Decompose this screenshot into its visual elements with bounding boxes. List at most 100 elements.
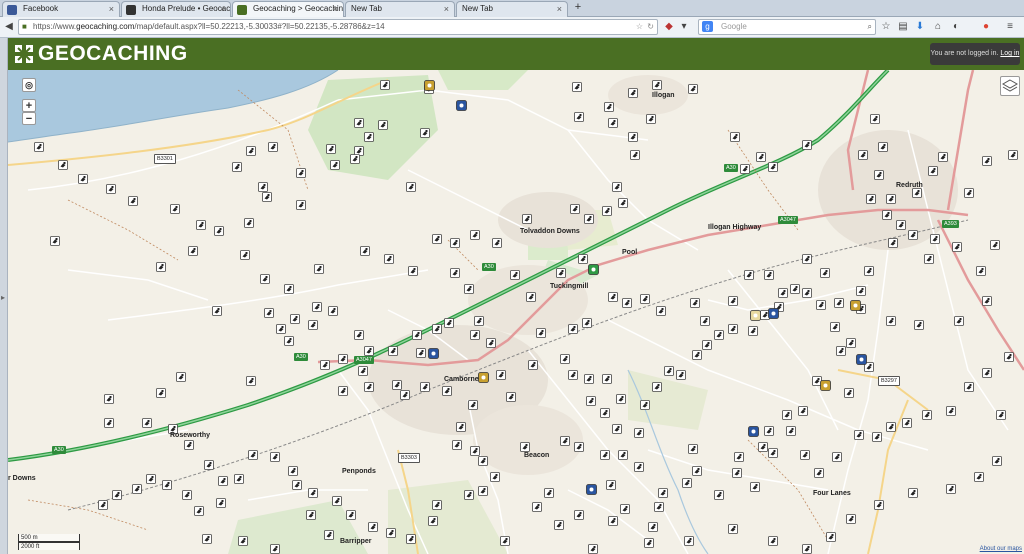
zoom-out-button[interactable]: − (22, 112, 36, 125)
traditional-cache-icon[interactable] (768, 162, 778, 172)
traditional-cache-icon[interactable] (798, 406, 808, 416)
traditional-cache-icon[interactable] (586, 396, 596, 406)
traditional-cache-icon[interactable] (608, 292, 618, 302)
traditional-cache-icon[interactable] (450, 268, 460, 278)
traditional-cache-icon[interactable] (608, 516, 618, 526)
traditional-cache-icon[interactable] (886, 194, 896, 204)
traditional-cache-icon[interactable] (428, 516, 438, 526)
traditional-cache-icon[interactable] (830, 322, 840, 332)
traditional-cache-icon[interactable] (568, 370, 578, 380)
traditional-cache-icon[interactable] (622, 298, 632, 308)
traditional-cache-icon[interactable] (510, 270, 520, 280)
traditional-cache-icon[interactable] (656, 306, 666, 316)
bookmarks-list-icon[interactable]: ▤ (897, 21, 909, 33)
traditional-cache-icon[interactable] (912, 188, 922, 198)
traditional-cache-icon[interactable] (688, 444, 698, 454)
adblock-icon[interactable]: ● (980, 21, 992, 33)
traditional-cache-icon[interactable] (104, 394, 114, 404)
traditional-cache-icon[interactable] (478, 486, 488, 496)
traditional-cache-icon[interactable] (406, 182, 416, 192)
traditional-cache-icon[interactable] (702, 340, 712, 350)
locate-me-icon[interactable]: ◎ (22, 78, 36, 92)
traditional-cache-icon[interactable] (364, 382, 374, 392)
traditional-cache-icon[interactable] (452, 440, 462, 450)
traditional-cache-icon[interactable] (296, 168, 306, 178)
traditional-cache-icon[interactable] (826, 532, 836, 542)
traditional-cache-icon[interactable] (478, 456, 488, 466)
traditional-cache-icon[interactable] (106, 184, 116, 194)
traditional-cache-icon[interactable] (544, 488, 554, 498)
traditional-cache-icon[interactable] (146, 474, 156, 484)
traditional-cache-icon[interactable] (844, 388, 854, 398)
close-tab-icon[interactable]: × (220, 2, 225, 16)
extension-icon[interactable]: ◐ (950, 21, 962, 33)
traditional-cache-icon[interactable] (846, 338, 856, 348)
traditional-cache-icon[interactable] (768, 536, 778, 546)
traditional-cache-icon[interactable] (570, 204, 580, 214)
traditional-cache-icon[interactable] (982, 368, 992, 378)
traditional-cache-icon[interactable] (246, 146, 256, 156)
traditional-cache-icon[interactable] (350, 154, 360, 164)
traditional-cache-icon[interactable] (248, 450, 258, 460)
traditional-cache-icon[interactable] (170, 204, 180, 214)
traditional-cache-icon[interactable] (532, 502, 542, 512)
traditional-cache-icon[interactable] (556, 268, 566, 278)
traditional-cache-icon[interactable] (330, 160, 340, 170)
tab-geocaching[interactable]: Geocaching > Geocaching ... × (232, 1, 344, 18)
traditional-cache-icon[interactable] (260, 274, 270, 284)
traditional-cache-icon[interactable] (506, 392, 516, 402)
traditional-cache-icon[interactable] (778, 288, 788, 298)
brand-name[interactable]: GEOCACHING (38, 42, 188, 66)
traditional-cache-icon[interactable] (202, 534, 212, 544)
bookmark-star-icon[interactable]: ☆ (880, 21, 892, 33)
traditional-cache-icon[interactable] (600, 450, 610, 460)
traditional-cache-icon[interactable] (896, 220, 906, 230)
traditional-cache-icon[interactable] (290, 314, 300, 324)
traditional-cache-icon[interactable] (194, 506, 204, 516)
traditional-cache-icon[interactable] (634, 428, 644, 438)
traditional-cache-icon[interactable] (284, 284, 294, 294)
traditional-cache-icon[interactable] (644, 538, 654, 548)
traditional-cache-icon[interactable] (276, 324, 286, 334)
traditional-cache-icon[interactable] (620, 504, 630, 514)
unknown-cache-icon[interactable] (856, 354, 867, 365)
traditional-cache-icon[interactable] (946, 406, 956, 416)
traditional-cache-icon[interactable] (442, 386, 452, 396)
traditional-cache-icon[interactable] (400, 390, 410, 400)
traditional-cache-icon[interactable] (676, 370, 686, 380)
traditional-cache-icon[interactable] (574, 510, 584, 520)
traditional-cache-icon[interactable] (836, 346, 846, 356)
traditional-cache-icon[interactable] (640, 294, 650, 304)
traditional-cache-icon[interactable] (974, 472, 984, 482)
traditional-cache-icon[interactable] (600, 408, 610, 418)
close-tab-icon[interactable]: × (109, 2, 114, 16)
traditional-cache-icon[interactable] (846, 514, 856, 524)
about-maps-link[interactable]: About our maps (980, 546, 1022, 552)
traditional-cache-icon[interactable] (938, 152, 948, 162)
traditional-cache-icon[interactable] (560, 436, 570, 446)
traditional-cache-icon[interactable] (536, 328, 546, 338)
traditional-cache-icon[interactable] (406, 534, 416, 544)
traditional-cache-icon[interactable] (628, 132, 638, 142)
traditional-cache-icon[interactable] (834, 298, 844, 308)
traditional-cache-icon[interactable] (156, 388, 166, 398)
new-tab-button[interactable]: + (571, 1, 585, 15)
traditional-cache-icon[interactable] (380, 80, 390, 90)
traditional-cache-icon[interactable] (386, 528, 396, 538)
traditional-cache-icon[interactable] (652, 382, 662, 392)
traditional-cache-icon[interactable] (292, 480, 302, 490)
traditional-cache-icon[interactable] (416, 348, 426, 358)
traditional-cache-icon[interactable] (204, 460, 214, 470)
traditional-cache-icon[interactable] (182, 490, 192, 500)
traditional-cache-icon[interactable] (314, 264, 324, 274)
traditional-cache-icon[interactable] (212, 306, 222, 316)
traditional-cache-icon[interactable] (112, 490, 122, 500)
traditional-cache-icon[interactable] (930, 234, 940, 244)
traditional-cache-icon[interactable] (456, 422, 466, 432)
reload-icon[interactable]: ↻ (647, 20, 654, 34)
traditional-cache-icon[interactable] (800, 450, 810, 460)
event-cache-icon[interactable] (850, 300, 861, 311)
back-arrow-icon[interactable]: ◀ (3, 21, 15, 33)
traditional-cache-icon[interactable] (602, 206, 612, 216)
traditional-cache-icon[interactable] (574, 442, 584, 452)
